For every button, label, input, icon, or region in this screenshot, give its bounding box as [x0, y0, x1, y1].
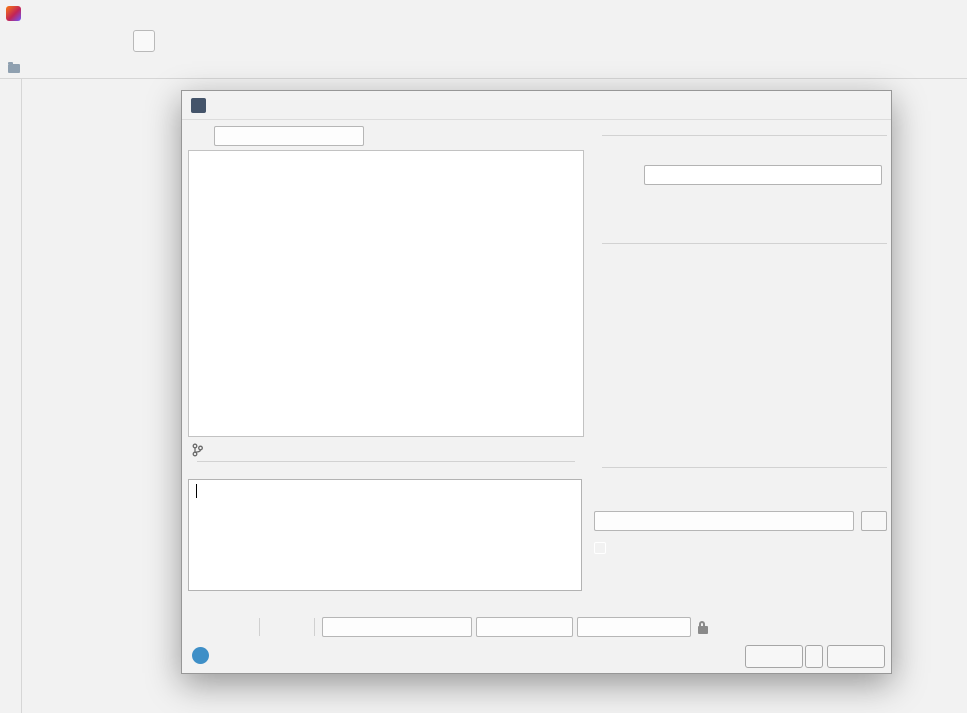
- cancel-button[interactable]: [827, 645, 885, 668]
- viewer-dropdown[interactable]: [322, 617, 472, 637]
- toolbar-git-group: [398, 26, 438, 56]
- after-commit-section-header: [594, 467, 887, 468]
- upload-target-dropdown[interactable]: [594, 511, 854, 531]
- intellij-window: [0, 0, 967, 713]
- commit-options-button[interactable]: [805, 645, 823, 668]
- lock-icon[interactable]: [698, 621, 708, 634]
- diff-toolbar: [190, 614, 765, 640]
- divider: [197, 461, 575, 462]
- dialog-toolbar: [190, 125, 364, 147]
- intellij-logo-icon: [6, 5, 21, 21]
- commit-message-input[interactable]: [188, 479, 582, 591]
- highlight-dropdown[interactable]: [577, 617, 691, 637]
- git-section-header: [594, 135, 887, 136]
- before-commit-section-header: [594, 243, 887, 244]
- toolbar-separator: [314, 618, 315, 636]
- branch-icon: [192, 443, 203, 457]
- text-caret: [196, 484, 197, 498]
- always-use-server-row: [594, 541, 612, 555]
- annotation-line: [570, 41, 572, 84]
- whitespace-dropdown[interactable]: [476, 617, 573, 637]
- browse-button[interactable]: [861, 511, 887, 531]
- changelist-dropdown[interactable]: [214, 126, 364, 146]
- annotation-line: [476, 41, 571, 43]
- author-input[interactable]: [644, 165, 882, 185]
- add-configuration-button[interactable]: [133, 30, 155, 52]
- navigation-bar: [0, 57, 967, 79]
- dialog-titlebar: [182, 91, 891, 120]
- menu-bar: [0, 0, 967, 26]
- commit-file-tree: [188, 150, 584, 437]
- commit-message-header: [190, 461, 582, 462]
- commit-dialog-icon: [191, 97, 206, 113]
- checkbox[interactable]: [594, 542, 606, 554]
- commit-changes-dialog: [181, 90, 892, 674]
- project-folder-icon: [8, 62, 20, 73]
- help-button[interactable]: [192, 647, 209, 664]
- toolbar-separator: [259, 618, 260, 636]
- commit-button[interactable]: [745, 645, 803, 668]
- branch-row: [192, 443, 229, 457]
- left-tool-stripe: [0, 79, 22, 713]
